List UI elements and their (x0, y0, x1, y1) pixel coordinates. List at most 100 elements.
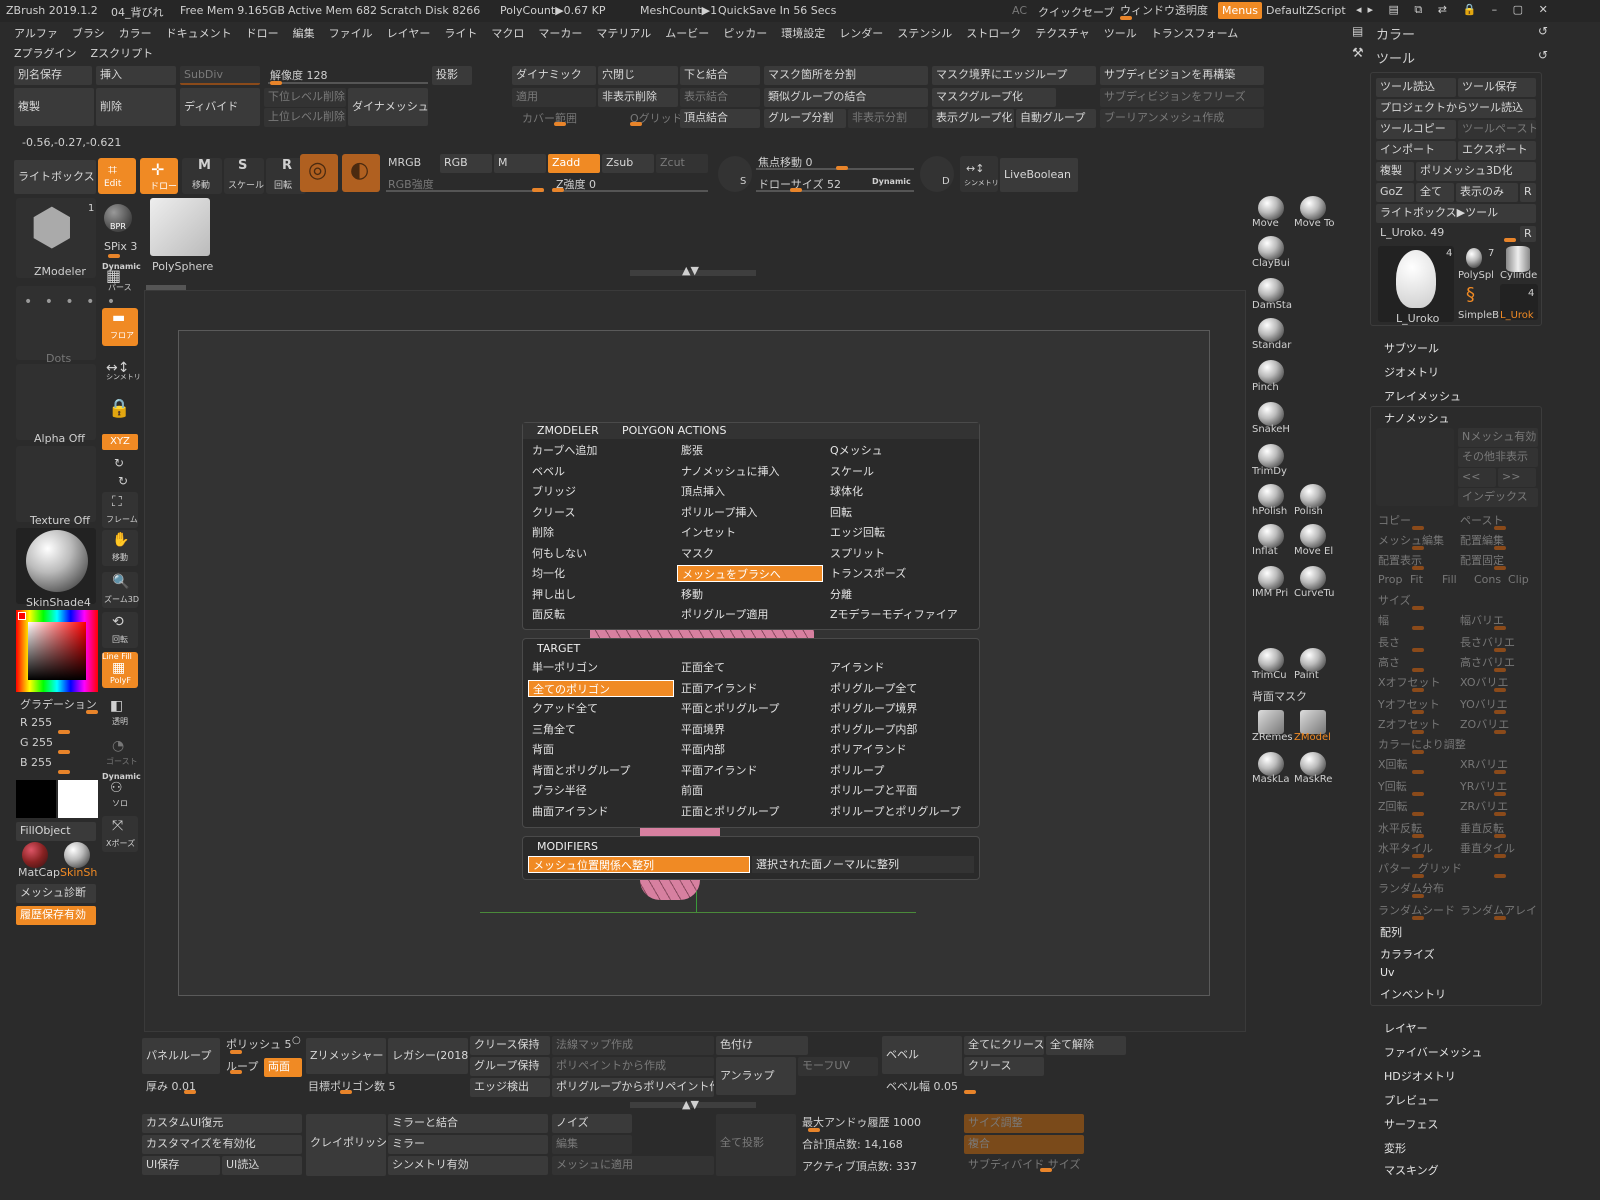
resolution-knob[interactable] (270, 81, 282, 85)
polysphere-thumb[interactable] (150, 198, 210, 256)
current-tool-knob[interactable] (1504, 238, 1516, 242)
solo-icon[interactable]: ⚇ (110, 780, 123, 796)
nanomesh-param-knob[interactable] (1412, 606, 1424, 610)
menu-item[interactable]: レイヤー (387, 25, 431, 41)
cylinder-icon[interactable] (1506, 246, 1530, 272)
nanomesh-param-knob[interactable] (1412, 526, 1424, 530)
quick-save-button[interactable]: クイックセーブ (1038, 4, 1114, 20)
subdiv-slider[interactable]: SubDiv (180, 66, 260, 85)
target-item[interactable]: 背面とポリグループ (528, 762, 634, 779)
mask-group-button[interactable]: マスクグループ化 (932, 88, 1056, 107)
unwrap-button[interactable]: アンラップ (716, 1057, 796, 1095)
nanomesh-param-knob[interactable] (1494, 854, 1506, 858)
load-ui-button[interactable]: UI読込 (222, 1156, 302, 1175)
focal-shift-knob[interactable] (836, 166, 848, 170)
polygon-action-item[interactable]: エッジ回転 (826, 524, 889, 541)
brush-icon[interactable] (1258, 524, 1284, 548)
bevel-button[interactable]: ベベル (882, 1036, 962, 1074)
mesh-diagnostics-button[interactable]: メッシュ診断 (16, 884, 96, 903)
nanomesh-param[interactable]: Xオフセット (1378, 674, 1441, 690)
polygon-action-item[interactable]: 削除 (528, 524, 558, 541)
close-holes-button[interactable]: 穴閉じ (598, 66, 678, 85)
target-item[interactable]: アイランド (826, 659, 888, 676)
enable-customize-button[interactable]: カスタマイズを有効化 (142, 1135, 302, 1154)
window-transparency[interactable]: ウィンドウ透明度 (1120, 2, 1208, 18)
nanomesh-section[interactable]: ナノメッシュ (1384, 410, 1449, 426)
nanomesh-param[interactable]: Yオフセット (1378, 696, 1440, 712)
goz-button[interactable]: GoZ (1376, 183, 1414, 202)
nanomesh-fit-option[interactable]: Cons (1474, 573, 1501, 586)
menu-item[interactable]: Zプラグイン (14, 45, 77, 61)
menu-item[interactable]: ライト (444, 25, 477, 41)
polygon-action-item[interactable]: ポリループ挿入 (677, 504, 761, 521)
spix-knob[interactable] (108, 254, 120, 258)
xyz-toggle[interactable]: XYZ (102, 434, 138, 450)
clear-all-button[interactable]: 全て解除 (1046, 1036, 1126, 1055)
nanomesh-thumb[interactable] (1376, 428, 1454, 506)
show-merge-button[interactable]: 表示結合 (680, 88, 760, 107)
subdivide-size-knob[interactable] (1040, 1168, 1052, 1172)
modifier-align-normal[interactable]: 選択された面ノーマルに整列 (752, 856, 974, 873)
modifier-align-mesh[interactable]: メッシュ位置関係へ整列 (528, 856, 750, 873)
brush-icon[interactable] (1258, 710, 1284, 734)
nanomesh-param[interactable]: メッシュ編集 (1378, 532, 1444, 548)
nanomesh-param[interactable]: 垂直タイル (1460, 840, 1515, 856)
polygon-action-item[interactable]: ポリグループ適用 (677, 606, 772, 623)
polish-knob[interactable] (230, 1050, 242, 1054)
panel-loop-button[interactable]: パネルループ (142, 1038, 220, 1074)
apply-button[interactable]: 適用 (512, 88, 596, 107)
nanomesh-param-knob[interactable] (1412, 812, 1424, 816)
nanomesh-param-knob[interactable] (1412, 854, 1424, 858)
polysphere-small[interactable] (1466, 248, 1482, 268)
nanomesh-param-knob[interactable] (1412, 626, 1424, 630)
b-slider[interactable]: B 255 (20, 756, 52, 769)
freeze-subdiv-button[interactable]: サブディビジョンをフリーズ (1100, 88, 1264, 107)
polygon-action-item[interactable]: 回転 (826, 504, 856, 521)
keep-groups-button[interactable]: グループ保持 (470, 1057, 550, 1076)
nanomesh-param-knob[interactable] (1412, 730, 1424, 734)
nanomesh-param-knob[interactable] (1412, 710, 1424, 714)
prev-button[interactable]: << (1458, 468, 1496, 487)
nanomesh-fit-option[interactable]: Fill (1442, 573, 1457, 586)
polygon-action-item[interactable]: ベベル (528, 463, 569, 480)
fibermesh-section[interactable]: ファイバーメッシュ (1384, 1044, 1482, 1060)
import-button[interactable]: インポート (1376, 141, 1456, 160)
target-item[interactable]: 曲面アイランド (528, 803, 612, 820)
rgb-intensity-track[interactable] (386, 190, 544, 192)
nanomesh-param-knob[interactable] (1494, 792, 1506, 796)
menu-item[interactable]: 編集 (293, 25, 315, 41)
nanomesh-fit-option[interactable]: Clip (1508, 573, 1529, 586)
polygon-action-item[interactable]: ナノメッシュに挿入 (677, 463, 783, 480)
insert-button[interactable]: 挿入 (96, 66, 176, 85)
r-knob[interactable] (58, 730, 70, 734)
target-item[interactable]: 平面アイランド (677, 762, 761, 779)
brush-icon[interactable] (1300, 710, 1326, 734)
rotate-axis-icon[interactable]: ↻ (114, 456, 124, 470)
combine-button[interactable]: 複合 (964, 1135, 1084, 1154)
noise-edit-button[interactable]: 編集 (552, 1135, 632, 1154)
liveboolean-button[interactable]: LiveBoolean (1000, 158, 1078, 192)
merge-similar-button[interactable]: 類似グループの結合 (764, 88, 928, 107)
nanomesh-param-knob[interactable] (1412, 546, 1424, 550)
hidden-split-button[interactable]: 非表示分割 (848, 109, 928, 128)
layer-section[interactable]: レイヤー (1384, 1020, 1428, 1036)
g-slider[interactable]: G 255 (20, 736, 53, 749)
target-item[interactable]: ポリグループ内部 (826, 721, 921, 738)
menu-item[interactable]: ツール (1104, 25, 1137, 41)
load-from-project-button[interactable]: プロジェクトからツール読込 (1376, 99, 1536, 118)
array-section[interactable]: 配列 (1380, 924, 1402, 940)
max-undo-slider[interactable]: 最大アンドゥ履歴 1000 (802, 1114, 921, 1130)
rgb-toggle[interactable]: RGB (440, 154, 492, 173)
m-toggle[interactable]: M (494, 154, 546, 173)
delete-hidden-button[interactable]: 非表示削除 (598, 88, 678, 107)
zmodeler-tab[interactable]: ZMODELER (537, 424, 599, 437)
zsub-toggle[interactable]: Zsub (602, 154, 654, 173)
export-button[interactable]: エクスポート (1458, 141, 1536, 160)
nanomesh-param-knob[interactable] (1494, 648, 1506, 652)
bottom-collapse-arrow-icon[interactable]: ▲▼ (682, 1098, 699, 1111)
lightbox-tool-button[interactable]: ライトボックス▶ツール (1376, 204, 1536, 223)
zadd-toggle[interactable]: Zadd (548, 154, 600, 173)
menu-item[interactable]: アルファ (14, 25, 58, 41)
target-polygons-knob[interactable] (340, 1090, 352, 1094)
apply-to-mesh-button[interactable]: メッシュに適用 (552, 1156, 714, 1175)
